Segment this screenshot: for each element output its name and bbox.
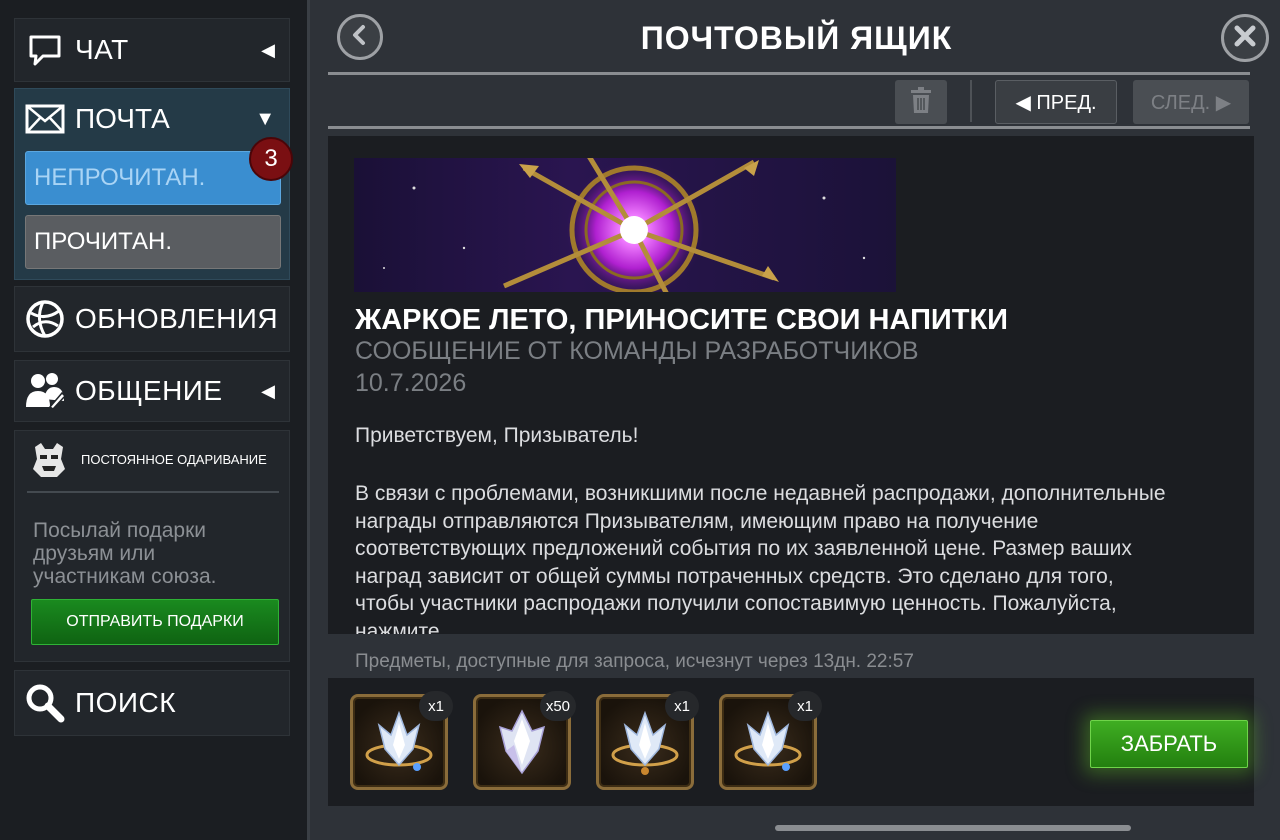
envelope-icon [23,97,67,141]
claim-button[interactable]: ЗАБРАТЬ [1090,720,1248,768]
message-content[interactable]: ЖАРКОЕ ЛЕТО, ПРИНОСИТЕ СВОИ НАПИТКИ СООБ… [328,136,1254,634]
tab-read[interactable]: ПРОЧИТАН. [25,215,281,269]
divider [328,126,1250,129]
expiry-notice: Предметы, доступные для запроса, исчезну… [355,651,914,672]
prev-button[interactable]: ◀ ПРЕД. [995,80,1117,124]
chevron-left-icon: ◀ [261,39,275,60]
read-label: ПРОЧИТАН. [34,228,172,255]
divider [328,72,1250,75]
mail-panel: ПОЧТА ▼ НЕПРОЧИТАН. ПРОЧИТАН. 3 [14,88,293,280]
chat-label: ЧАТ [75,34,129,65]
reward-quantity: x1 [419,691,453,721]
gift-panel: ПОСТОЯННОЕ ОДАРИВАНИЕ Посылай подарки др… [14,430,290,662]
sidebar-item-updates[interactable]: ОБНОВЛЕНИЯ [14,286,290,352]
message-date: 10.7.2026 [355,369,467,397]
message-title: ЖАРКОЕ ЛЕТО, ПРИНОСИТЕ СВОИ НАПИТКИ [355,304,1009,336]
delete-button[interactable] [895,80,947,124]
updates-label: ОБНОВЛЕНИЯ [75,303,279,334]
divider [970,80,972,122]
unread-label: НЕПРОЧИТАН. [34,164,206,191]
globe-icon [23,297,67,341]
reward-item[interactable]: x50 [473,691,576,790]
send-gifts-button[interactable]: ОТПРАВИТЬ ПОДАРКИ [31,599,279,645]
close-icon [1233,24,1257,53]
chat-bubble-icon [23,28,67,72]
unread-count-badge: 3 [249,137,293,181]
search-label: ПОИСК [75,687,177,718]
gift-title: ПОСТОЯННОЕ ОДАРИВАНИЕ [81,451,267,467]
divider [27,491,279,493]
mailbox-main: ПОЧТОВЫЙ ЯЩИК ◀ ПРЕД. СЛЕД. ▶ ЖАРКОЕ ЛЕТ… [313,0,1280,840]
trash-icon [910,86,932,119]
tab-unread[interactable]: НЕПРОЧИТАН. [25,151,281,205]
social-label: ОБЩЕНИЕ [75,375,223,406]
chevron-down-icon: ▼ [255,107,275,130]
sidebar: ЧАТ ◀ ПОЧТА ▼ НЕПРОЧИТАН. ПРОЧИТАН. 3 ОБ… [0,0,310,840]
search-icon [23,681,67,725]
message-sender: СООБЩЕНИЕ ОТ КОМАНДЫ РАЗРАБОТЧИКОВ [355,337,919,365]
page-title: ПОЧТОВЫЙ ЯЩИК [640,20,953,56]
gift-header: ПОСТОЯННОЕ ОДАРИВАНИЕ [15,431,289,487]
reward-item[interactable]: x1 [350,691,453,790]
message-greeting: Приветствуем, Призыватель! [355,424,639,447]
mail-label: ПОЧТА [75,103,170,134]
sidebar-item-search[interactable]: ПОИСК [14,670,290,736]
reward-item[interactable]: x1 [596,691,699,790]
gift-description: Посылай подарки друзьям или участникам с… [33,519,217,588]
people-icon [23,369,67,413]
warrior-head-icon [27,437,71,481]
scroll-indicator[interactable] [775,825,1131,831]
sidebar-item-mail[interactable]: ПОЧТА ▼ [15,89,289,149]
message-banner-image [354,158,896,292]
sidebar-item-chat[interactable]: ЧАТ ◀ [14,18,290,82]
chevron-left-icon: ◀ [261,380,275,401]
reward-quantity: x1 [665,691,699,721]
rewards-bar: x1 x50 x1 x1 ЗАБРАТЬ [328,678,1254,806]
reward-quantity: x1 [788,691,822,721]
sidebar-item-social[interactable]: ОБЩЕНИЕ ◀ [14,360,290,422]
message-body: В связи с проблемами, возникшими после н… [355,482,1166,634]
reward-item[interactable]: x1 [719,691,822,790]
close-button[interactable] [1221,14,1269,62]
reward-quantity: x50 [539,691,576,721]
next-button[interactable]: СЛЕД. ▶ [1133,80,1249,124]
